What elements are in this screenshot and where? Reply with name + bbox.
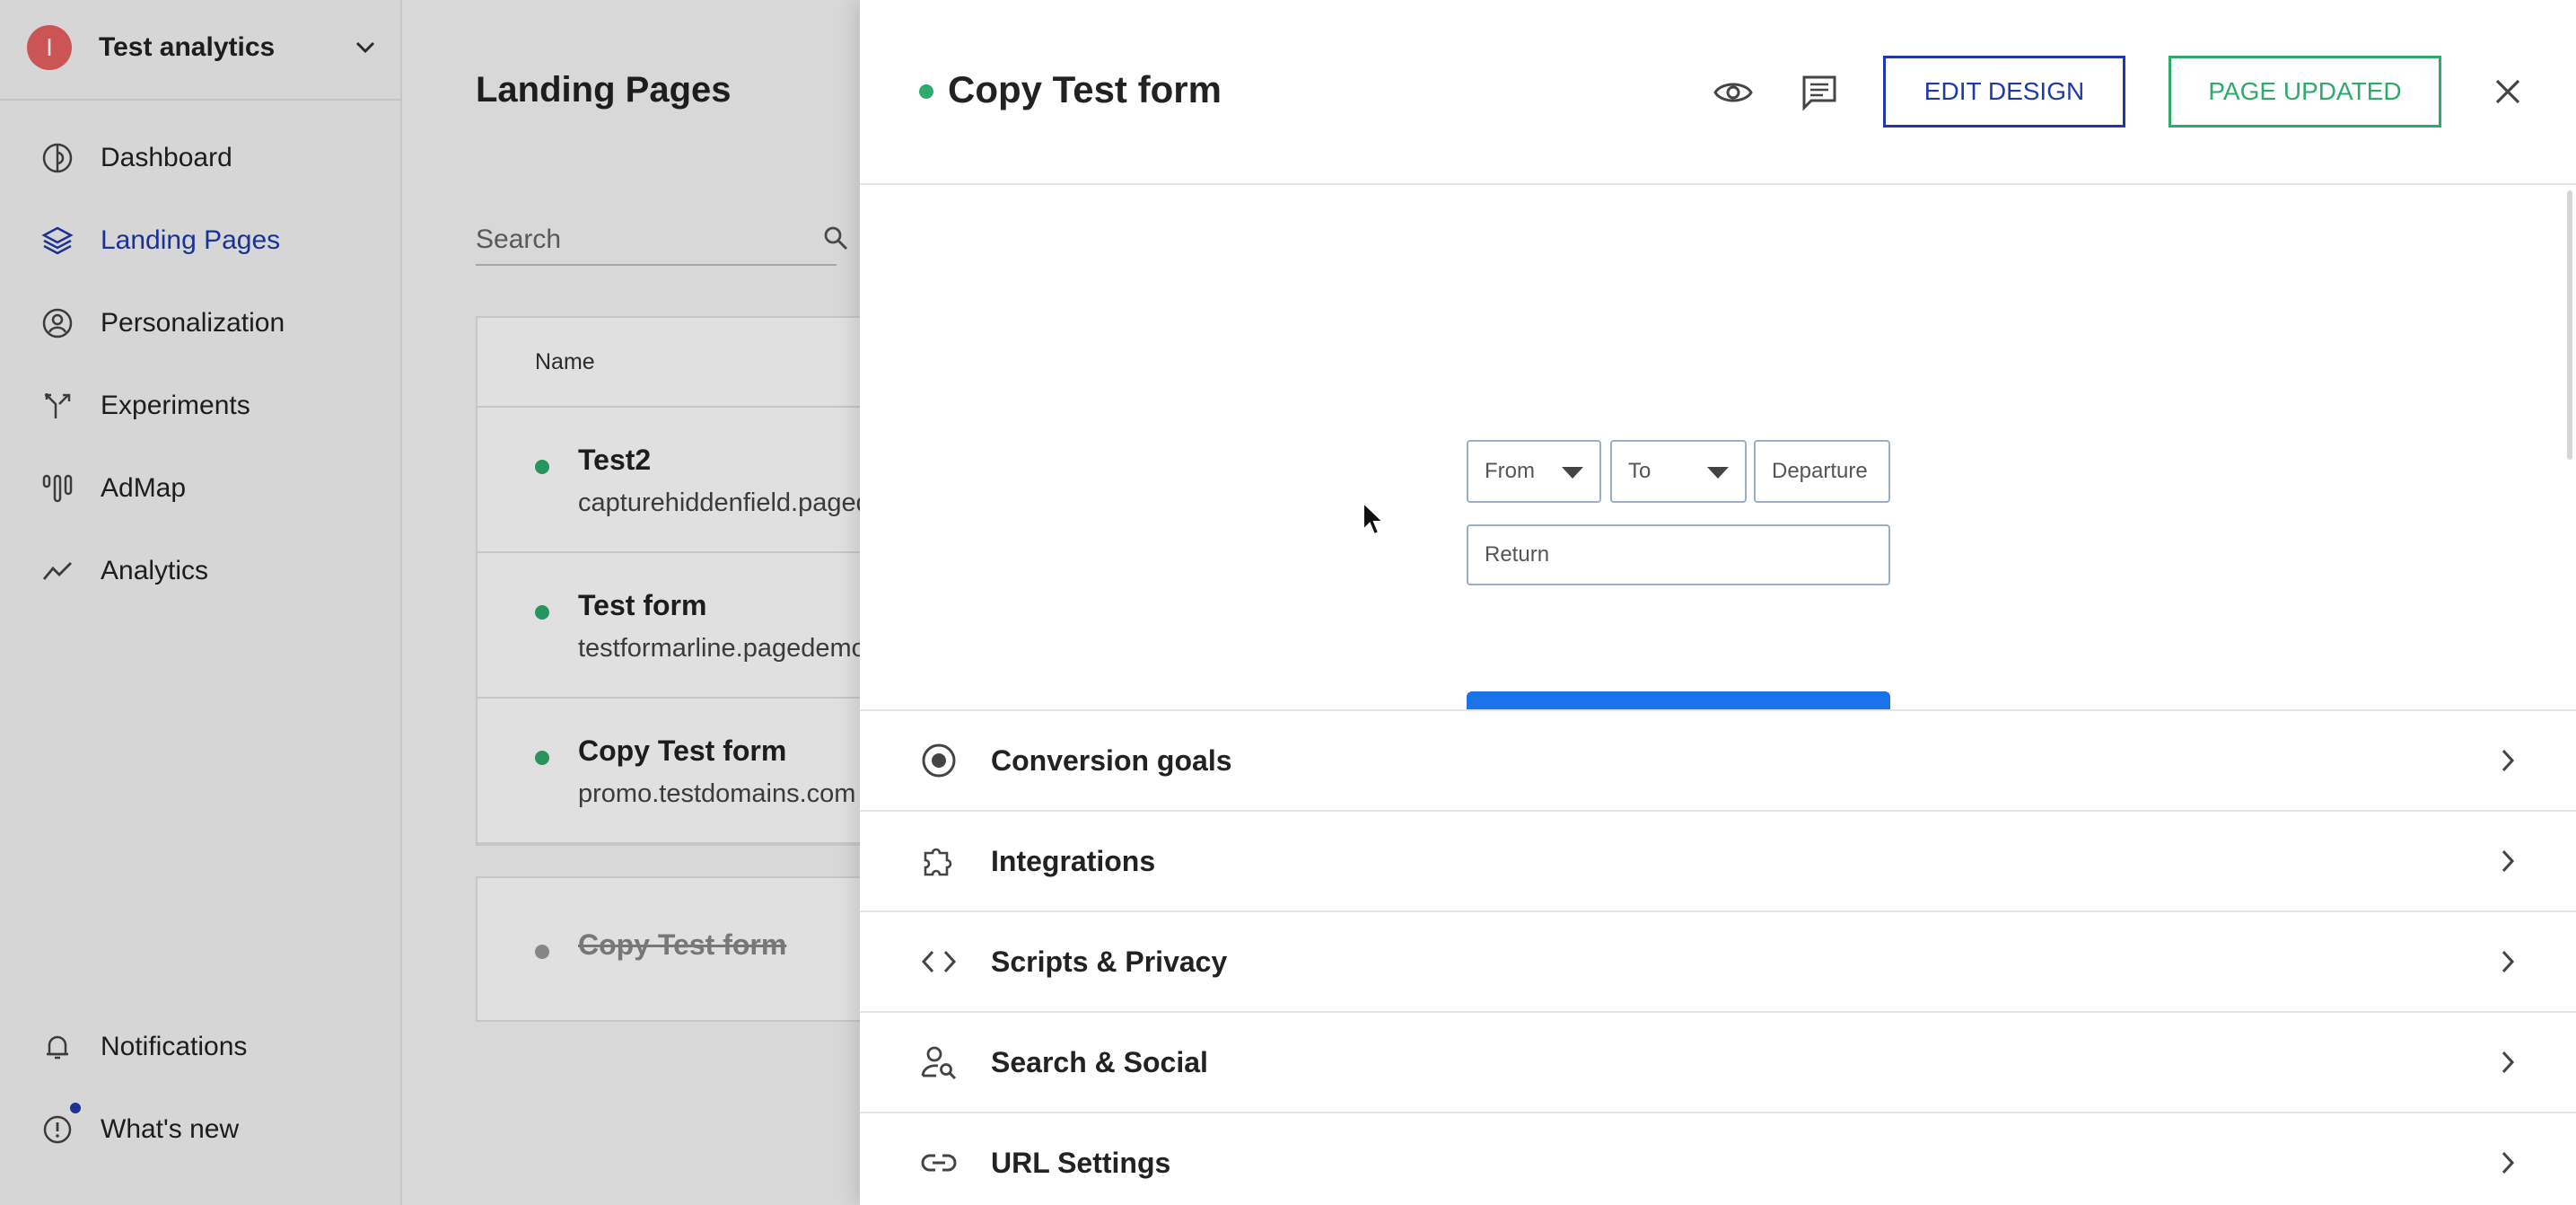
from-select[interactable]: From (1467, 440, 1601, 503)
return-input[interactable]: Return (1467, 524, 1890, 585)
section-label: Scripts & Privacy (991, 945, 1228, 978)
section-label: Integrations (991, 844, 1156, 877)
drawer-title: Copy Test form (948, 68, 1222, 110)
section-search-social[interactable]: Search & Social (860, 1011, 2576, 1112)
user-search-icon (919, 1042, 959, 1082)
section-integrations[interactable]: Integrations (860, 810, 2576, 910)
chevron-right-icon (2492, 1147, 2524, 1179)
section-label: Conversion goals (991, 743, 1232, 777)
code-icon (919, 942, 959, 981)
chevron-right-icon (2492, 744, 2524, 777)
section-url-settings[interactable]: URL Settings (860, 1112, 2576, 1205)
return-placeholder: Return (1485, 542, 1550, 567)
from-select-label: From (1485, 459, 1535, 483)
target-icon (919, 741, 959, 780)
settings-sections: Conversion goals Integrations Scripts & (860, 709, 2576, 1205)
drawer-header: Copy Test form EDIT DESIGN PAGE UPDATED (860, 0, 2576, 185)
app-root: I Test analytics Dashboard Landing Pages (0, 0, 2576, 1205)
preview-submit-button[interactable] (1467, 691, 1890, 709)
status-dot (919, 84, 933, 99)
edit-design-button[interactable]: EDIT DESIGN (1883, 56, 2125, 128)
page-details-drawer: Copy Test form EDIT DESIGN PAGE UPDATED … (860, 0, 2576, 1205)
departure-input[interactable]: Departure (1754, 440, 1890, 503)
departure-placeholder: Departure (1772, 459, 1868, 483)
eye-icon[interactable] (1709, 68, 1757, 117)
modal-backdrop[interactable] (0, 0, 860, 1205)
section-conversion-goals[interactable]: Conversion goals (860, 709, 2576, 810)
link-icon (919, 1143, 959, 1183)
to-select-label: To (1628, 459, 1652, 483)
to-select[interactable]: To (1610, 440, 1747, 503)
page-preview: From To Departure Return (860, 187, 2576, 709)
mouse-cursor-icon (1361, 500, 1388, 537)
page-updated-button[interactable]: PAGE UPDATED (2169, 56, 2441, 128)
close-icon[interactable] (2483, 66, 2533, 117)
section-label: URL Settings (991, 1146, 1171, 1179)
chevron-right-icon (2492, 845, 2524, 877)
chevron-right-icon (2492, 946, 2524, 978)
section-label: Search & Social (991, 1045, 1208, 1078)
caret-down-icon (1562, 467, 1583, 479)
comment-icon[interactable] (1795, 68, 1844, 117)
preview-scrollbar[interactable] (2567, 190, 2572, 460)
caret-down-icon (1707, 467, 1729, 479)
chevron-right-icon (2492, 1046, 2524, 1078)
puzzle-icon (919, 841, 959, 881)
section-scripts-privacy[interactable]: Scripts & Privacy (860, 910, 2576, 1011)
